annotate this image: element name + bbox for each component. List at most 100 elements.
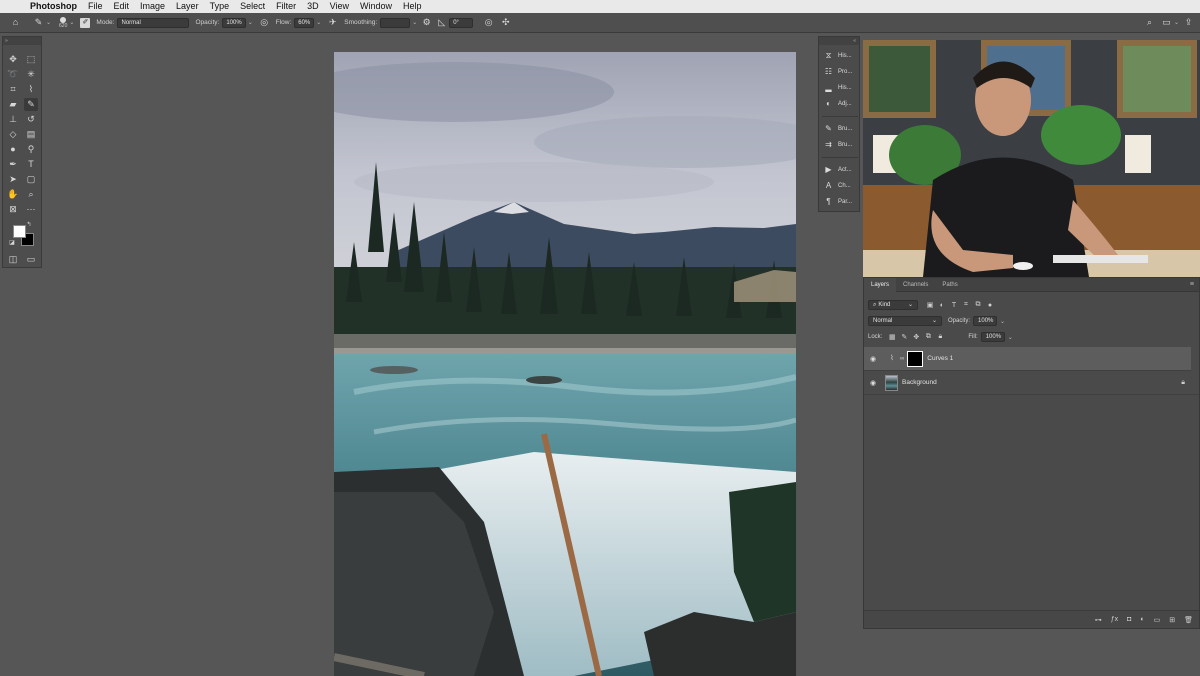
chevron-down-icon[interactable]: ⌄ (1008, 334, 1013, 341)
smoothing-dropdown[interactable]: ⌄ (412, 19, 417, 26)
add-mask-icon[interactable]: ◘ (1127, 616, 1131, 623)
new-group-icon[interactable]: ▭ (1154, 616, 1161, 624)
menu-help[interactable]: Help (403, 0, 422, 13)
crop-tool-icon[interactable]: ⌗ (6, 83, 20, 96)
panel-history[interactable]: ⧖ His... (823, 50, 859, 62)
filter-kind-select[interactable]: ⌕ Kind ⌄ (868, 300, 918, 310)
panel-paragraph[interactable]: ¶ Par... (823, 196, 859, 208)
mask-link-icon[interactable]: ∞ (900, 356, 904, 362)
menu-image[interactable]: Image (140, 0, 165, 13)
menu-filter[interactable]: Filter (276, 0, 296, 13)
menu-view[interactable]: View (330, 0, 349, 13)
smoothing-input[interactable] (380, 17, 411, 28)
workspace-dropdown[interactable]: ⌄ (1174, 19, 1179, 26)
brush-preset-dropdown[interactable]: ⌄ (69, 19, 74, 26)
pressure-opacity-icon[interactable]: ◎ (259, 17, 270, 28)
share-icon[interactable]: ⇪ (1183, 17, 1194, 28)
layer-name[interactable]: Background (902, 379, 937, 386)
opacity-dropdown[interactable]: ⌄ (248, 19, 253, 26)
filter-adjustment-icon[interactable]: ◐ (936, 302, 948, 309)
panel-brushes[interactable]: ✎ Bru... (823, 123, 859, 135)
layer-mask-thumbnail[interactable] (907, 350, 924, 367)
zoom-tool-icon[interactable]: ⌕ (24, 188, 38, 201)
tab-layers[interactable]: Layers (864, 277, 897, 292)
brush-settings-toggle-icon[interactable]: ✐ (80, 17, 91, 28)
angle-input[interactable]: 0° (449, 17, 474, 28)
eraser-tool-icon[interactable]: ◇ (6, 128, 20, 141)
clone-stamp-tool-icon[interactable]: ⊥ (6, 113, 20, 126)
smoothing-options-gear-icon[interactable]: ⚙ (421, 17, 432, 28)
default-colors-icon[interactable]: ◪ (8, 239, 16, 247)
screen-mode-icon[interactable]: ▭ (24, 253, 38, 266)
menu-edit[interactable]: Edit (114, 0, 130, 13)
layer-background[interactable]: ◉ Background 🔒︎ (864, 371, 1199, 395)
brush-preset-picker[interactable]: 620 (59, 16, 67, 29)
gradient-tool-icon[interactable]: ▤ (24, 128, 38, 141)
panel-brush-settings[interactable]: ⇉ Bru... (823, 139, 859, 151)
visibility-eye-icon[interactable]: ◉ (864, 379, 882, 387)
panel-menu-icon[interactable]: ≡ (1190, 281, 1194, 288)
filter-pixel-icon[interactable]: ▣ (924, 301, 936, 309)
lock-transparent-icon[interactable]: ▦ (886, 333, 898, 341)
dock-collapse-icon[interactable]: « (819, 37, 859, 45)
history-brush-tool-icon[interactable]: ↺ (24, 113, 38, 126)
link-layers-icon[interactable]: ⊶ (1095, 616, 1102, 624)
menu-layer[interactable]: Layer (176, 0, 199, 13)
edit-toolbar-icon[interactable]: ⊠ (6, 203, 20, 216)
menu-app[interactable]: Photoshop (30, 0, 77, 13)
swap-colors-icon[interactable]: ↰ (25, 221, 33, 229)
more-tools-icon[interactable]: ⋯ (24, 203, 38, 216)
hand-tool-icon[interactable]: ✋ (6, 188, 20, 201)
marquee-tool-icon[interactable]: ⬚ (24, 53, 38, 66)
blur-tool-icon[interactable]: ● (6, 143, 20, 156)
mode-select[interactable]: Normal (117, 17, 190, 28)
move-tool-icon[interactable]: ✥ (6, 53, 20, 66)
panel-properties[interactable]: ☷ Pro... (823, 66, 859, 78)
shape-tool-icon[interactable]: ▢ (24, 173, 38, 186)
symmetry-icon[interactable]: ✣ (500, 17, 511, 28)
new-adjustment-layer-icon[interactable]: ◐ (1140, 616, 1144, 623)
brush-tool-icon[interactable]: ✎ (33, 17, 44, 28)
fill-input[interactable]: 100% (980, 332, 1005, 342)
type-tool-icon[interactable]: T (24, 158, 38, 171)
menu-type[interactable]: Type (210, 0, 230, 13)
new-layer-icon[interactable]: ⊞ (1169, 616, 1175, 624)
path-selection-tool-icon[interactable]: ➤ (6, 173, 20, 186)
search-icon[interactable]: ⌕ (1144, 17, 1155, 28)
layer-name[interactable]: Curves 1 (927, 355, 953, 362)
magic-wand-tool-icon[interactable]: ✳ (24, 68, 38, 81)
filter-toggle-icon[interactable]: ● (984, 302, 996, 309)
panel-character[interactable]: A Ch... (823, 180, 859, 192)
layer-curves-1[interactable]: ◉ ⌇ ∞ Curves 1 (864, 347, 1191, 371)
opacity-input[interactable]: 100% (222, 17, 246, 28)
quick-mask-icon[interactable]: ◫ (6, 253, 20, 266)
home-icon[interactable]: ⌂ (10, 17, 21, 28)
eyedropper-tool-icon[interactable]: ⌇ (24, 83, 38, 96)
pen-tool-icon[interactable]: ✒ (6, 158, 20, 171)
delete-layer-icon[interactable]: 🗑︎ (1184, 616, 1193, 624)
brush-tool-icon[interactable]: ✎ (24, 98, 38, 111)
menu-window[interactable]: Window (360, 0, 392, 13)
menu-file[interactable]: File (88, 0, 103, 13)
filter-shape-icon[interactable]: ⌗ (960, 301, 972, 309)
dodge-tool-icon[interactable]: ⚲ (24, 143, 38, 156)
panel-histogram[interactable]: ▂ His... (823, 82, 859, 94)
panel-adjustments[interactable]: ◐ Adj... (823, 98, 859, 110)
workspace-icon[interactable]: ▭ (1161, 17, 1172, 28)
lock-all-icon[interactable]: 🔒︎ (934, 333, 946, 341)
visibility-eye-icon[interactable]: ◉ (864, 355, 882, 363)
layer-style-fx-icon[interactable]: ƒx (1111, 616, 1118, 623)
filter-smart-object-icon[interactable]: ⧉ (972, 301, 984, 309)
pressure-size-icon[interactable]: ◎ (483, 17, 494, 28)
blend-mode-select[interactable]: Normal ⌄ (868, 316, 942, 326)
menu-select[interactable]: Select (240, 0, 265, 13)
tool-preset-dropdown[interactable]: ⌄ (46, 19, 51, 26)
flow-dropdown[interactable]: ⌄ (316, 19, 321, 26)
healing-brush-tool-icon[interactable]: ▰ (6, 98, 20, 111)
lock-artboard-icon[interactable]: ⧉ (922, 333, 934, 341)
flow-input[interactable]: 60% (294, 17, 315, 28)
filter-type-icon[interactable]: T (948, 302, 960, 309)
lasso-tool-icon[interactable]: ➰ (6, 68, 20, 81)
menu-3d[interactable]: 3D (307, 0, 319, 13)
chevron-down-icon[interactable]: ⌄ (1000, 318, 1005, 325)
